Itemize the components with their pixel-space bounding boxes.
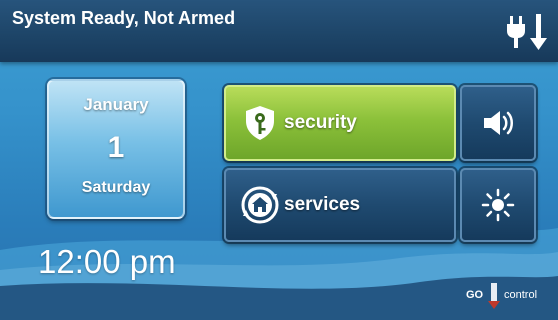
home-cycle-icon — [241, 186, 279, 224]
security-button-label: security — [284, 112, 357, 133]
power-plug-arrow-down-icon — [507, 14, 547, 50]
shield-key-icon — [246, 106, 274, 140]
brightness-button[interactable] — [460, 168, 536, 242]
logo-text-control: control — [504, 289, 538, 301]
date-weekday: Saturday — [81, 179, 151, 196]
date-day: 1 — [107, 131, 125, 164]
logo-text-go: GO — [466, 289, 484, 301]
sun-brightness-icon — [481, 188, 515, 222]
gocontrol-logo: GO control — [456, 282, 552, 310]
speaker-volume-icon — [484, 111, 513, 135]
volume-button[interactable] — [460, 85, 536, 161]
services-button[interactable]: services — [224, 168, 456, 242]
logo-mark-icon — [488, 283, 500, 309]
clock-time: 12:00 pm — [38, 243, 176, 280]
date-tile[interactable]: January 1 Saturday — [47, 79, 185, 219]
services-button-label: services — [284, 194, 361, 215]
home-screen: System Ready, Not Armed January 1 Saturd… — [0, 0, 558, 320]
security-button[interactable]: security — [224, 85, 456, 161]
status-bar: System Ready, Not Armed — [0, 0, 558, 62]
system-status-text: System Ready, Not Armed — [12, 8, 236, 28]
date-month: January — [83, 95, 149, 114]
